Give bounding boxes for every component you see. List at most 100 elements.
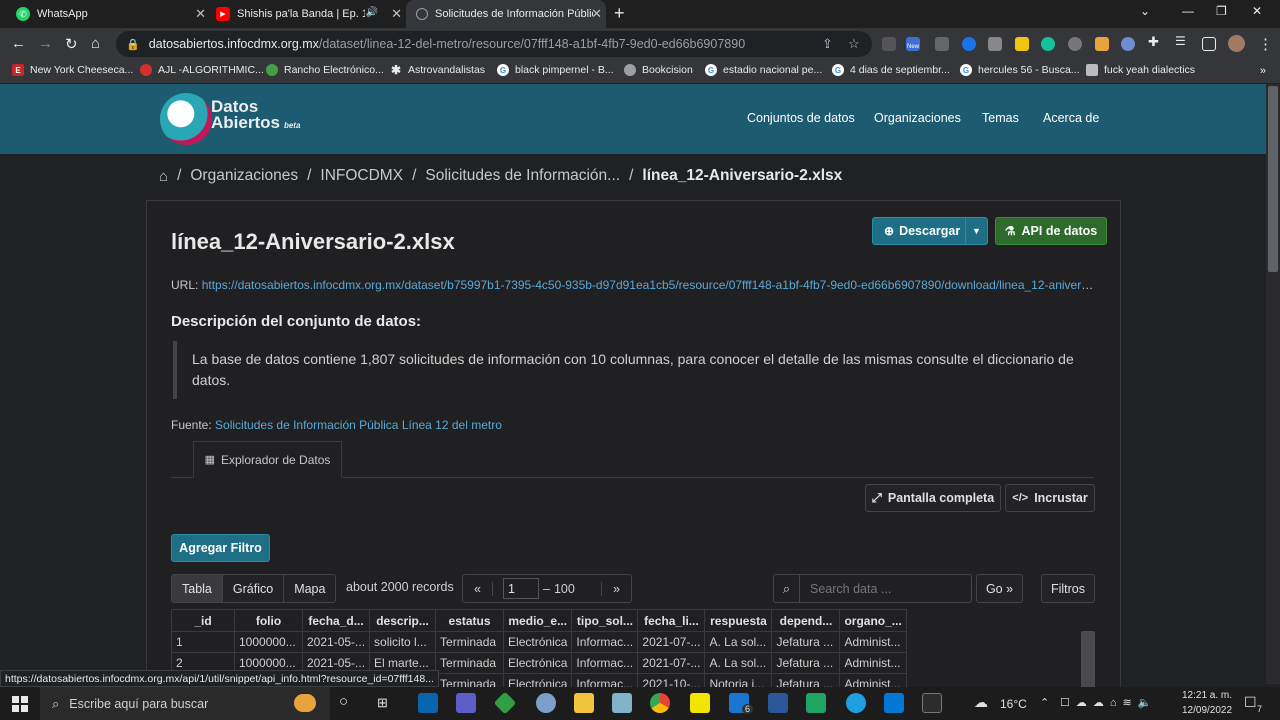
site-logo[interactable] xyxy=(160,93,212,145)
column-header[interactable]: depend... xyxy=(771,609,841,632)
tray-chevron-icon[interactable]: ⌃ xyxy=(1040,696,1049,709)
nav-conjuntos[interactable]: Conjuntos de datos xyxy=(747,111,855,125)
bookmark-item[interactable]: ✱ Astrovandalistas xyxy=(390,63,485,77)
close-tab-icon[interactable]: ✕ xyxy=(591,6,602,22)
reload-icon[interactable]: ↻ xyxy=(65,35,78,53)
next-page-button[interactable]: » xyxy=(601,581,631,596)
address-bar[interactable]: 🔒 datosabiertos.infocdmx.org.mx/dataset/… xyxy=(116,31,872,57)
forward-icon[interactable]: → xyxy=(38,35,53,52)
go-button[interactable]: Go » xyxy=(976,574,1023,603)
bookmark-item[interactable]: E New York Cheeseca... xyxy=(12,64,133,76)
r-icon[interactable] xyxy=(536,693,556,713)
notifications-icon[interactable]: ☐ xyxy=(1244,694,1257,711)
source-link[interactable]: Solicitudes de Información Pública Línea… xyxy=(215,418,502,432)
search-input[interactable] xyxy=(800,575,971,602)
bookmark-item[interactable]: Bookcision xyxy=(624,64,693,76)
column-header[interactable]: folio xyxy=(234,609,303,632)
task-view-icon[interactable]: ⊞ xyxy=(377,695,388,711)
outlook-icon[interactable] xyxy=(418,693,438,713)
extension-icon[interactable] xyxy=(1121,37,1135,51)
tab-search-icon[interactable]: ⌄ xyxy=(1140,4,1150,18)
page-scrollbar[interactable] xyxy=(1266,84,1280,684)
bookmark-item[interactable]: Gblack pimpernel - B... xyxy=(497,64,614,76)
column-header[interactable]: _id xyxy=(171,609,235,632)
puzzle-icon[interactable]: ✚ xyxy=(1148,34,1162,49)
download-button[interactable]: ⊕ Descargar ▼ xyxy=(872,217,988,245)
view-graph-button[interactable]: Gráfico xyxy=(222,575,285,602)
breadcrumb-infocdmx[interactable]: INFOCDMX xyxy=(320,167,403,185)
avatar[interactable] xyxy=(1228,35,1245,52)
bookmark-item[interactable]: G 4 dias de septiembr... xyxy=(832,64,950,76)
new-tab-icon[interactable]: + xyxy=(614,3,625,24)
resource-url-link[interactable]: https://datosabiertos.infocdmx.org.mx/da… xyxy=(202,278,1096,292)
excel-icon[interactable] xyxy=(806,693,826,713)
edge-icon[interactable] xyxy=(846,693,866,713)
table-row[interactable]: 1 1000000... 2021-05-... solicito l... Termi… xyxy=(171,631,907,653)
page-from-input[interactable] xyxy=(503,578,539,599)
tab-youtube[interactable]: ▶ Shishis pa'la Banda | Ep. 132 🔊 ✕ xyxy=(210,0,406,28)
restore-icon[interactable]: ❐ xyxy=(1216,4,1227,18)
notes-icon[interactable] xyxy=(612,693,632,713)
extension-icon[interactable] xyxy=(1068,37,1082,51)
lock-icon[interactable]: 🔒 xyxy=(126,38,140,51)
page-to-value[interactable]: 100 xyxy=(554,582,575,596)
menu-icon[interactable]: ⋮ xyxy=(1258,35,1273,53)
embed-button[interactable]: </> Incrustar xyxy=(1005,484,1095,512)
breadcrumb-current[interactable]: línea_12-Aniversario-2.xlsx xyxy=(642,167,842,185)
tray-icons[interactable]: ☐☁☁⌂≋🔈 xyxy=(1060,696,1157,709)
extension-icon[interactable] xyxy=(1095,37,1109,51)
breadcrumb-dataset[interactable]: Solicitudes de Información... xyxy=(425,167,620,185)
bookmark-item[interactable]: fuck yeah dialectics xyxy=(1086,64,1195,76)
app-icon[interactable] xyxy=(922,693,942,713)
bookmark-item[interactable]: Gestadio nacional pe... xyxy=(705,64,822,76)
audio-playing-icon[interactable]: 🔊 xyxy=(366,7,378,18)
add-filter-button[interactable]: Agregar Filtro xyxy=(171,534,270,562)
column-header[interactable]: respuesta xyxy=(704,609,773,632)
more-bookmarks-icon[interactable]: » xyxy=(1260,65,1266,77)
bookmark-star-icon[interactable]: ☆ xyxy=(848,36,860,52)
sidepanel-icon[interactable] xyxy=(1202,37,1216,51)
bookmark-item[interactable]: Rancho Electrónico... xyxy=(266,64,384,76)
vscode-icon[interactable] xyxy=(884,693,904,713)
clock-time[interactable]: 12:21 a. m. xyxy=(1182,690,1232,701)
column-header[interactable]: medio_e... xyxy=(503,609,573,632)
column-header[interactable]: fecha_d... xyxy=(301,609,371,632)
word-icon[interactable] xyxy=(768,693,788,713)
tab-solicitudes[interactable]: Solicitudes de Información Públic ✕ xyxy=(406,0,606,28)
download-dropdown-icon[interactable]: ▼ xyxy=(966,226,987,236)
weather-temp[interactable]: 16°C xyxy=(1000,697,1027,711)
home-icon[interactable]: ⌂ xyxy=(159,168,168,185)
breadcrumb-organizaciones[interactable]: Organizaciones xyxy=(190,167,298,185)
media-icon[interactable]: ☰ xyxy=(1175,34,1189,48)
extension-icon[interactable] xyxy=(988,37,1002,51)
nav-organizaciones[interactable]: Organizaciones xyxy=(874,111,961,125)
grid-scrollbar[interactable] xyxy=(1081,631,1095,691)
api-button[interactable]: ⚗ API de datos xyxy=(995,217,1107,245)
column-header[interactable]: fecha_li... xyxy=(637,609,706,632)
minimize-icon[interactable]: — xyxy=(1182,4,1194,18)
new-extension-icon[interactable]: New xyxy=(906,37,920,51)
close-tab-icon[interactable]: ✕ xyxy=(195,6,206,22)
fullscreen-button[interactable]: ⤢ Pantalla completa xyxy=(865,484,1001,512)
extension-icon[interactable] xyxy=(962,37,976,51)
filters-button[interactable]: Filtros xyxy=(1041,574,1095,603)
app-icon[interactable] xyxy=(690,693,710,713)
view-map-button[interactable]: Mapa xyxy=(284,575,336,602)
column-header[interactable]: organo_... xyxy=(839,609,907,632)
file-explorer-icon[interactable] xyxy=(574,693,594,713)
back-icon[interactable]: ← xyxy=(11,35,26,52)
tab-data-explorer[interactable]: ▦ Explorador de Datos xyxy=(193,441,342,478)
skype-extension-icon[interactable] xyxy=(882,37,896,51)
git-icon[interactable] xyxy=(493,691,517,715)
prev-page-button[interactable]: « xyxy=(463,581,493,596)
share-icon[interactable]: ⇪ xyxy=(822,36,833,52)
nav-acerca[interactable]: Acerca de xyxy=(1043,111,1099,125)
windows-start-icon[interactable] xyxy=(12,696,28,712)
chrome-icon[interactable] xyxy=(650,693,670,713)
window-close-icon[interactable]: ✕ xyxy=(1252,4,1262,18)
teams-icon[interactable] xyxy=(456,693,476,713)
nav-temas[interactable]: Temas xyxy=(982,111,1019,125)
cortana-icon[interactable]: ○ xyxy=(339,693,348,710)
bookmark-item[interactable]: Ghercules 56 - Busca... xyxy=(960,64,1080,76)
site-logo-text[interactable]: Datos Abiertos beta xyxy=(211,98,300,134)
